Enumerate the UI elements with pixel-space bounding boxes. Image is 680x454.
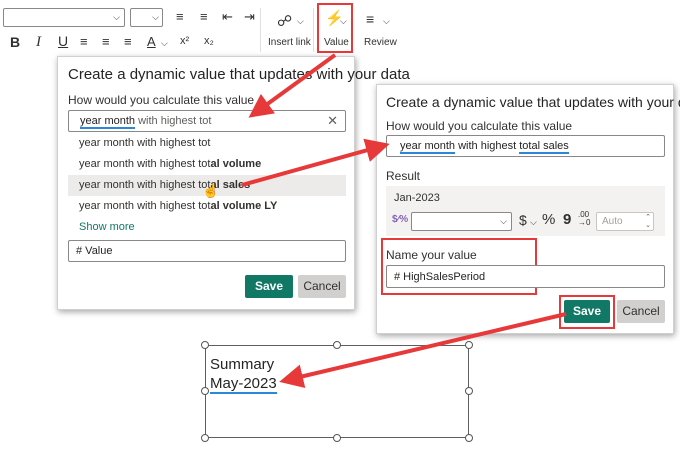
increase-indent-icon[interactable]: ⇥	[244, 9, 255, 25]
link-icon[interactable]: ☍	[277, 12, 292, 30]
resize-handle[interactable]	[201, 341, 209, 349]
align-center-icon[interactable]: ≡	[102, 34, 110, 49]
chevron-down-icon: ⌵	[113, 12, 120, 22]
font-family-select[interactable]: ⌵	[3, 8, 125, 27]
resize-handle[interactable]	[465, 387, 473, 395]
resize-handle[interactable]	[201, 434, 209, 442]
query-input[interactable]: year month with highest total sales	[386, 135, 665, 157]
chevron-down-icon: ⌵	[152, 12, 159, 22]
query-input[interactable]: year month with highest tot ✕	[68, 110, 346, 132]
decimal-button[interactable]: .00 →0	[578, 211, 590, 227]
format-icon: $⁄%	[392, 214, 409, 225]
review-icon[interactable]: ≡	[366, 11, 374, 27]
align-right-icon[interactable]: ≡	[124, 34, 132, 49]
toolbar-divider	[313, 8, 314, 52]
spin-up-icon[interactable]: ⌃	[645, 213, 651, 221]
save-button[interactable]: Save	[564, 300, 610, 323]
close-icon[interactable]: ✕	[327, 113, 338, 129]
percent-button[interactable]: %	[542, 211, 555, 228]
auto-placeholder: Auto	[602, 216, 623, 227]
query-mid: with highest	[455, 140, 520, 152]
review-button[interactable]: Review	[364, 37, 397, 48]
query-highlight: total sales	[519, 140, 569, 154]
value-button[interactable]: Value	[324, 37, 349, 48]
suggestion-item-selected[interactable]: year month with highest total sales ☝	[68, 175, 346, 198]
result-box: Jan-2023 $⁄% ⌵ $ ⌵ % 9 .00 →0 Auto ⌃ ⌄	[386, 186, 665, 236]
show-more-link[interactable]: Show more	[79, 221, 135, 233]
chevron-down-icon[interactable]: ⌵	[297, 16, 304, 27]
query-highlight: year month	[400, 140, 456, 154]
bold-button[interactable]: B	[10, 34, 20, 50]
result-label: Result	[386, 169, 421, 183]
chevron-down-icon[interactable]: ⌵	[161, 38, 168, 49]
name-input[interactable]: # HighSalesPeriod	[386, 265, 665, 288]
font-color-button[interactable]: A	[147, 34, 156, 49]
resize-handle[interactable]	[333, 434, 341, 442]
currency-button[interactable]: $	[519, 212, 527, 228]
suggestion-item[interactable]: year month with highest tot	[68, 133, 346, 154]
toolbar-divider	[260, 8, 261, 52]
ribbon: ⌵ ⌵ ≡ ≡ ⇤ ⇥ B I U ≡ ≡ ≡ A ⌵ x² x₂ ☍ ⌵ In…	[0, 0, 400, 58]
resize-handle[interactable]	[465, 434, 473, 442]
decrease-indent-icon[interactable]: ⇤	[222, 9, 233, 25]
chevron-down-icon: ⌵	[500, 216, 507, 226]
format-select[interactable]: ⌵	[411, 212, 512, 231]
dynamic-value-text[interactable]: May-2023	[210, 375, 277, 394]
bullet-list-icon[interactable]: ≡	[176, 9, 184, 24]
chevron-down-icon[interactable]: ⌵	[530, 217, 537, 228]
resize-handle[interactable]	[333, 341, 341, 349]
suggestion-item[interactable]: year month with highest total volume	[68, 154, 346, 175]
resize-handle[interactable]	[465, 341, 473, 349]
text-box[interactable]: Summary May-2023	[205, 345, 469, 438]
resize-handle[interactable]	[201, 387, 209, 395]
numbered-list-icon[interactable]: ≡	[200, 9, 208, 24]
subscript-button[interactable]: x₂	[204, 35, 214, 47]
spin-down-icon[interactable]: ⌄	[645, 221, 651, 229]
name-label: Name your value	[386, 248, 477, 262]
query-rest: with highest tot	[135, 115, 212, 127]
save-button[interactable]: Save	[245, 275, 293, 298]
insert-link-label[interactable]: Insert link	[268, 37, 311, 48]
question-label: How would you calculate this value	[386, 119, 573, 133]
underline-button[interactable]: U	[58, 33, 68, 49]
font-size-select[interactable]: ⌵	[130, 8, 163, 27]
chevron-down-icon[interactable]: ⌵	[340, 16, 347, 27]
italic-button[interactable]: I	[36, 34, 41, 51]
chevron-down-icon[interactable]: ⌵	[383, 16, 390, 27]
suggestion-item[interactable]: year month with highest total volume LY	[68, 196, 346, 217]
decimal-places-input[interactable]: Auto ⌃ ⌄	[596, 212, 654, 231]
result-value: Jan-2023	[394, 192, 440, 204]
cancel-button[interactable]: Cancel	[617, 300, 665, 323]
panel-title: Create a dynamic value that updates with…	[386, 94, 680, 110]
suggestion-list: year month with highest tot year month w…	[68, 133, 346, 237]
text-box-line-1: Summary	[210, 356, 275, 373]
dynamic-value-panel-left: Create a dynamic value that updates with…	[57, 56, 410, 310]
comma-style-button[interactable]: 9	[563, 211, 571, 228]
superscript-button[interactable]: x²	[180, 35, 189, 47]
question-label: How would you calculate this value	[68, 93, 255, 107]
align-left-icon[interactable]: ≡	[80, 34, 88, 49]
cancel-button[interactable]: Cancel	[298, 275, 346, 298]
name-input[interactable]: # Value	[68, 240, 346, 262]
query-highlight: year month	[80, 115, 136, 129]
dynamic-value-panel-right: Create a dynamic value that updates with…	[376, 84, 680, 334]
panel-title: Create a dynamic value that updates with…	[68, 66, 410, 83]
